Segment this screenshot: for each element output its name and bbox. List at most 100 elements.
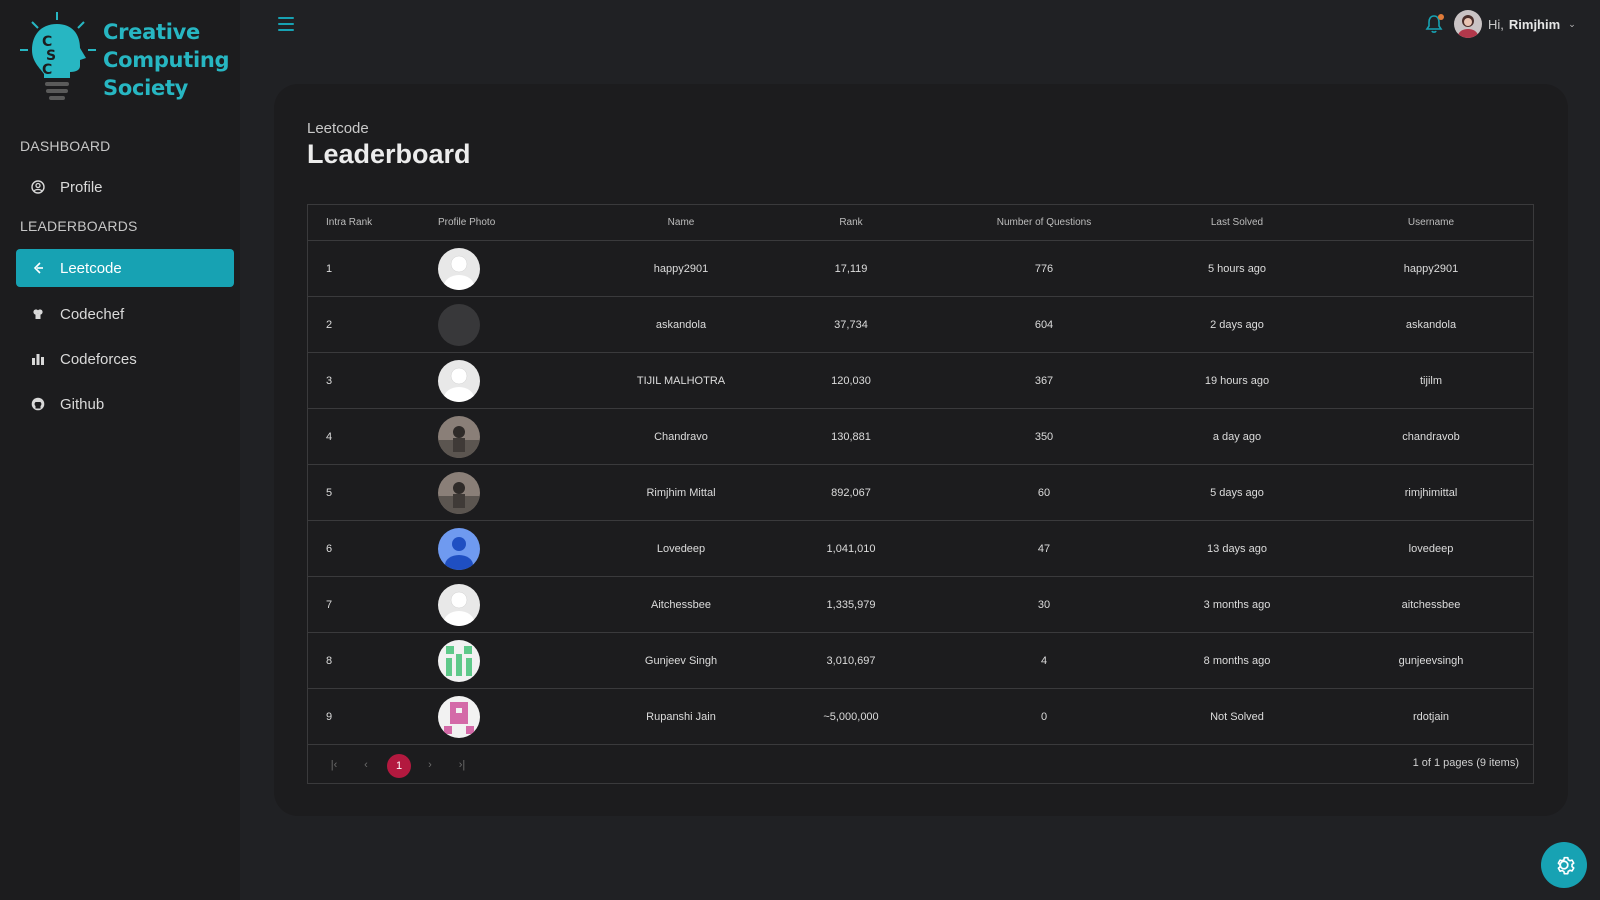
sidebar-item-leetcode[interactable]: Leetcode xyxy=(16,249,234,287)
brand-line-2: Computing xyxy=(103,48,230,72)
last-solved-cell: 2 days ago xyxy=(1210,319,1264,331)
menu-toggle-button[interactable] xyxy=(278,17,294,31)
greeting-text: Hi, xyxy=(1488,16,1504,32)
username-cell: aitchessbee xyxy=(1401,599,1461,611)
intra-rank-cell: 8 xyxy=(326,655,333,667)
username-cell: tijilm xyxy=(1420,375,1442,387)
intra-rank-cell: 5 xyxy=(326,487,333,499)
name-cell: Lovedeep xyxy=(656,543,706,555)
page-title: Leaderboard xyxy=(307,139,471,169)
rank-cell: 120,030 xyxy=(831,375,871,387)
name-cell: TIJIL MALHOTRA xyxy=(636,375,726,387)
page-number-current[interactable]: 1 xyxy=(387,754,411,778)
profile-photo-avatar[interactable] xyxy=(438,528,480,570)
sidebar-item-codeforces[interactable]: Codeforces xyxy=(16,340,234,378)
intra-rank-cell: 4 xyxy=(326,431,333,443)
profile-photo-avatar[interactable] xyxy=(438,696,480,738)
table-header: Intra Rank Profile Photo Name Rank Numbe… xyxy=(308,205,1533,241)
prev-page-button[interactable]: ‹ xyxy=(356,755,376,775)
column-header-questions[interactable]: Number of Questions xyxy=(997,205,1092,241)
svg-text:C: C xyxy=(42,62,52,78)
rank-cell: 1,335,979 xyxy=(826,599,876,611)
intra-rank-cell: 1 xyxy=(326,263,333,275)
column-header-username[interactable]: Username xyxy=(1408,205,1454,241)
last-solved-cell: Not Solved xyxy=(1210,711,1264,723)
name-cell: Rupanshi Jain xyxy=(646,711,716,723)
table-row[interactable]: 1 happy2901 17,119 776 5 hours ago happy2901 xyxy=(308,241,1533,297)
intra-rank-cell: 3 xyxy=(326,375,333,387)
sidebar: C S C Creative Computing Society DASHBOA… xyxy=(0,0,240,900)
table-row[interactable]: 9 Rupanshi Jain ~5,000,000 0 Not Solved rdotj… xyxy=(308,689,1533,745)
intra-rank-cell: 6 xyxy=(326,543,333,555)
column-header-intra-rank[interactable]: Intra Rank xyxy=(326,205,372,241)
username-cell: gunjeevsingh xyxy=(1398,655,1464,667)
table-row[interactable]: 8 Gunjeev Singh 3,010,697 4 8 months ago gunj… xyxy=(308,633,1533,689)
name-cell: Gunjeev Singh xyxy=(644,655,718,667)
questions-cell: 4 xyxy=(1040,655,1048,667)
last-solved-cell: 5 hours ago xyxy=(1207,263,1267,275)
profile-photo-avatar[interactable] xyxy=(438,640,480,682)
intra-rank-cell: 7 xyxy=(326,599,333,611)
pagination-info: 1 of 1 pages (9 items) xyxy=(1412,757,1519,769)
lightbulb-head-icon: C S C xyxy=(20,12,96,100)
last-page-button[interactable]: ›| xyxy=(452,755,472,775)
table-row[interactable]: 5 Rimjhim Mittal 892,067 60 5 days ago rimjhi… xyxy=(308,465,1533,521)
sidebar-item-profile[interactable]: Profile xyxy=(16,168,234,206)
gear-icon xyxy=(1557,856,1575,875)
sidebar-item-github[interactable]: Github xyxy=(16,385,234,423)
sidebar-item-label: Leetcode xyxy=(60,259,122,277)
name-cell: Chandravo xyxy=(654,431,708,443)
intra-rank-cell: 9 xyxy=(326,711,333,723)
table-row[interactable]: 6 Lovedeep 1,041,010 47 13 days ago lovedeep xyxy=(308,521,1533,577)
profile-photo-avatar[interactable] xyxy=(438,472,480,514)
sidebar-item-codechef[interactable]: Codechef xyxy=(16,295,234,333)
questions-cell: 350 xyxy=(1034,431,1054,443)
first-page-button[interactable]: |‹ xyxy=(324,755,344,775)
settings-button[interactable] xyxy=(1541,842,1587,888)
sidebar-item-label: Github xyxy=(60,395,105,413)
rank-cell: 892,067 xyxy=(831,487,871,499)
column-header-profile-photo[interactable]: Profile Photo xyxy=(438,205,495,241)
column-header-last-solved[interactable]: Last Solved xyxy=(1211,205,1263,241)
rank-cell: 3,010,697 xyxy=(826,655,876,667)
column-header-rank[interactable]: Rank xyxy=(839,205,862,241)
leaderboard-table: Intra Rank Profile Photo Name Rank Numbe… xyxy=(307,204,1534,784)
last-solved-cell: a day ago xyxy=(1212,431,1262,443)
avatar xyxy=(1454,10,1482,38)
brand-line-1: Creative xyxy=(103,20,200,44)
brand-logo[interactable]: C S C Creative Computing Society xyxy=(20,12,230,108)
profile-photo-avatar[interactable] xyxy=(438,304,480,346)
name-cell: askandola xyxy=(655,319,707,331)
profile-photo-avatar[interactable] xyxy=(438,248,480,290)
section-label-leaderboards: LEADERBOARDS xyxy=(20,218,138,234)
table-row[interactable]: 4 Chandravo 130,881 350 a day ago chandravob xyxy=(308,409,1533,465)
rank-cell: 1,041,010 xyxy=(826,543,876,555)
profile-photo-avatar[interactable] xyxy=(438,360,480,402)
questions-cell: 776 xyxy=(1034,263,1054,275)
profile-photo-avatar[interactable] xyxy=(438,416,480,458)
questions-cell: 47 xyxy=(1037,543,1051,555)
rank-cell: ~5,000,000 xyxy=(823,711,879,723)
notification-button[interactable] xyxy=(1425,14,1444,34)
username-cell: lovedeep xyxy=(1408,543,1454,555)
page-subtitle: Leetcode xyxy=(307,120,369,137)
username-cell: rimjhimittal xyxy=(1404,487,1458,499)
questions-cell: 604 xyxy=(1034,319,1054,331)
table-row[interactable]: 3 TIJIL MALHOTRA 120,030 367 19 hours ago tij… xyxy=(308,353,1533,409)
user-circle-icon xyxy=(30,179,46,195)
table-row[interactable]: 7 Aitchessbee 1,335,979 30 3 months ago aitch… xyxy=(308,577,1533,633)
name-cell: happy2901 xyxy=(653,263,709,275)
questions-cell: 367 xyxy=(1034,375,1054,387)
column-header-name[interactable]: Name xyxy=(668,205,695,241)
rank-cell: 130,881 xyxy=(831,431,871,443)
menu-icon-bar xyxy=(278,23,294,25)
next-page-button[interactable]: › xyxy=(420,755,440,775)
chevron-down-icon: ⌄ xyxy=(1568,18,1576,29)
name-cell: Aitchessbee xyxy=(651,599,711,611)
user-menu[interactable]: Hi, Rimjhim ⌄ xyxy=(1454,10,1576,38)
table-row[interactable]: 2 askandola 37,734 604 2 days ago askandola xyxy=(308,297,1533,353)
brand-line-3: Society xyxy=(103,76,189,100)
questions-cell: 0 xyxy=(1040,711,1048,723)
profile-photo-avatar[interactable] xyxy=(438,584,480,626)
username-cell: chandravob xyxy=(1402,431,1460,443)
